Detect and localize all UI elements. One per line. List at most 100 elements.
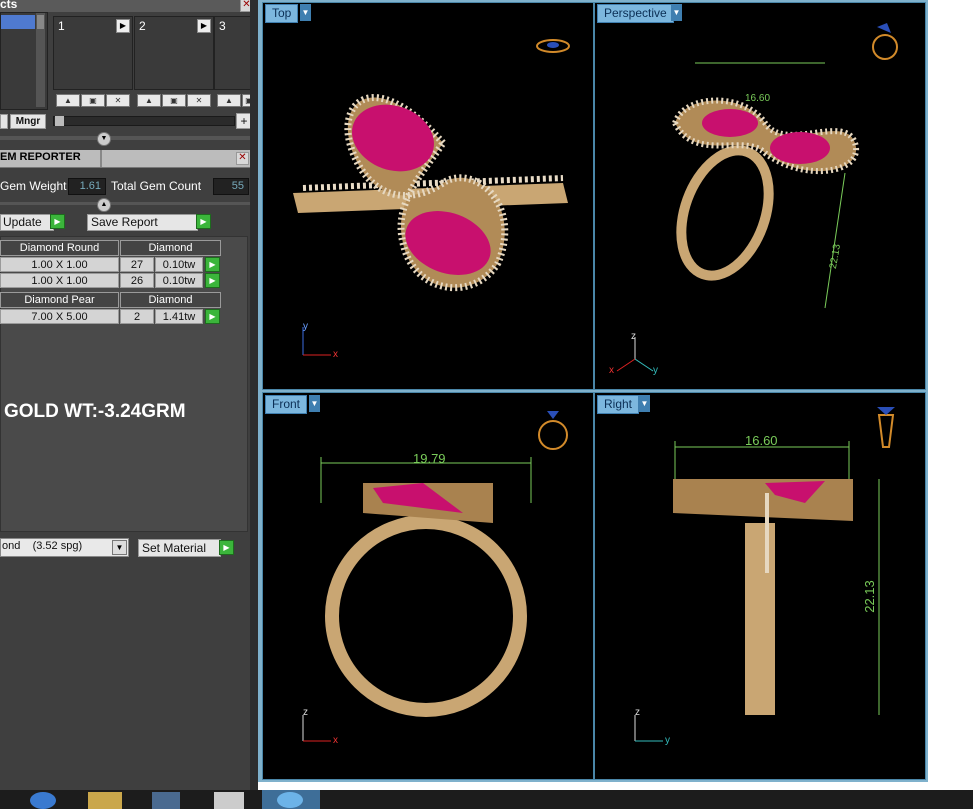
- active-app-button[interactable]: [262, 790, 320, 809]
- ring-render: [671, 62, 860, 309]
- selected-list-item[interactable]: [1, 15, 35, 29]
- material-select[interactable]: ond (3.52 spg) ▼: [0, 538, 129, 557]
- gem-weight: 1.41tw: [155, 309, 203, 324]
- close-icon[interactable]: ✕: [236, 152, 249, 165]
- chevron-down-icon[interactable]: ▼: [309, 395, 320, 412]
- gem-count: 2: [120, 309, 154, 324]
- chevron-down-icon[interactable]: ▼: [300, 4, 311, 21]
- gem-material-header: Diamond: [120, 240, 221, 256]
- set-material-button[interactable]: Set Material: [138, 539, 221, 557]
- viewport-tab[interactable]: Perspective: [597, 4, 674, 23]
- scrollbar[interactable]: [36, 13, 45, 107]
- up-arrow-icon[interactable]: ▲: [56, 94, 80, 107]
- chevron-down-icon[interactable]: ▼: [639, 395, 650, 412]
- delete-icon[interactable]: ✕: [106, 94, 130, 107]
- axis-y-label: y: [665, 735, 670, 746]
- update-button[interactable]: Update: [0, 214, 54, 231]
- viewport-perspective[interactable]: Perspective ▼ 16.60 22.13 z x y: [594, 2, 926, 390]
- total-gem-count-label: Total Gem Count: [111, 179, 202, 193]
- taskbar: [0, 790, 973, 809]
- viewport-right[interactable]: Right ▼ 16.60 22.13 z y: [594, 392, 926, 780]
- play-icon[interactable]: ▶: [219, 540, 234, 555]
- collapse-icon[interactable]: ▲: [97, 198, 111, 212]
- collapse-icon[interactable]: ▼: [97, 132, 111, 146]
- axis-x-label: x: [333, 735, 338, 746]
- axis-y-label: y: [653, 365, 658, 376]
- delete-icon[interactable]: ✕: [187, 94, 211, 107]
- splitter[interactable]: [0, 136, 255, 140]
- top-panel-title: cts: [0, 0, 18, 11]
- view-cube-icon[interactable]: [533, 403, 573, 455]
- viewport-top[interactable]: Top ▼ y x: [262, 2, 594, 390]
- dimension-label: 19.79: [413, 451, 446, 466]
- media-icon[interactable]: [152, 792, 180, 809]
- chevron-down-icon[interactable]: ▼: [671, 4, 682, 21]
- save-report-button[interactable]: Save Report: [87, 214, 198, 231]
- app-icon[interactable]: [214, 792, 244, 809]
- viewport-tab[interactable]: Front: [265, 395, 308, 414]
- update-label: Update: [3, 215, 42, 229]
- viewport-area: Top ▼ y x Perspective ▼ 16.60 22.13 z x …: [258, 0, 928, 782]
- zoom-slider[interactable]: [53, 116, 235, 126]
- gem-weight-value: 1.61: [68, 178, 106, 195]
- axis-z-label: z: [303, 707, 308, 718]
- viewport-front[interactable]: Front ▼ 19.79 z x: [262, 392, 594, 780]
- gem-weight: 0.10tw: [155, 273, 203, 288]
- play-icon[interactable]: ▶: [196, 214, 211, 229]
- play-icon[interactable]: ▶: [116, 19, 130, 33]
- slot-number: 3: [219, 19, 226, 33]
- gem-material-header: Diamond: [120, 292, 221, 308]
- viewport-tab[interactable]: Right: [597, 395, 640, 414]
- app-icon: [277, 792, 303, 808]
- splitter[interactable]: [0, 202, 255, 205]
- slot-2[interactable]: 2 ▶: [134, 16, 214, 90]
- material-select-value: ond (3.52 spg): [2, 540, 83, 552]
- slot-1[interactable]: 1 ▶: [53, 16, 133, 90]
- ring-render: [673, 441, 880, 715]
- gem-count: 26: [120, 273, 154, 288]
- slot-number: 2: [139, 19, 146, 33]
- up-arrow-icon[interactable]: ▲: [217, 94, 241, 107]
- play-icon[interactable]: ▶: [205, 257, 220, 272]
- dimension-label: 16.60: [745, 433, 778, 448]
- scroll-thumb[interactable]: [37, 15, 44, 29]
- divider: [100, 150, 102, 167]
- axis-z-label: z: [635, 707, 640, 718]
- set-material-label: Set Material: [142, 541, 207, 555]
- play-icon[interactable]: ▶: [50, 214, 65, 229]
- left-panel: cts ✕ 1 ▶ 2 ▶ 3 ▲ ▣ ✕ ▲ ▣ ✕ ▲ ▣ Mngr + ▼…: [0, 0, 256, 790]
- gem-count: 27: [120, 257, 154, 272]
- panel-divider[interactable]: [250, 0, 258, 790]
- axis-y-label: y: [303, 321, 308, 332]
- top-panel-titlebar: cts ✕: [0, 0, 255, 12]
- gem-weight: 0.10tw: [155, 257, 203, 272]
- browser-icon[interactable]: [30, 792, 56, 809]
- slider-thumb[interactable]: [55, 116, 64, 126]
- gem-shape-header: Diamond Pear: [0, 292, 119, 308]
- folder-icon[interactable]: [88, 792, 122, 809]
- axis-x-label: x: [609, 365, 614, 376]
- gem-weight-label: Gem Weight: [0, 179, 67, 193]
- mngr-button[interactable]: Mngr: [10, 114, 46, 129]
- gem-shape-header: Diamond Round: [0, 240, 119, 256]
- gold-weight-text: GOLD WT:-3.24GRM: [4, 401, 186, 422]
- viewport-tab[interactable]: Top: [265, 4, 299, 23]
- chevron-down-icon[interactable]: ▼: [112, 540, 127, 555]
- play-icon[interactable]: ▶: [197, 19, 211, 33]
- gem-size: 1.00 X 1.00: [0, 273, 119, 288]
- view-cube-icon[interactable]: [533, 33, 573, 57]
- save-icon[interactable]: ▣: [162, 94, 186, 107]
- gem-size: 7.00 X 5.00: [0, 309, 119, 324]
- play-icon[interactable]: ▶: [205, 309, 220, 324]
- mngr-left-button[interactable]: [0, 114, 8, 129]
- axis-z-label: z: [631, 331, 636, 342]
- gem-reporter-title: EM REPORTER: [0, 151, 81, 163]
- play-icon[interactable]: ▶: [205, 273, 220, 288]
- save-icon[interactable]: ▣: [81, 94, 105, 107]
- up-arrow-icon[interactable]: ▲: [137, 94, 161, 107]
- list-panel[interactable]: [0, 12, 48, 110]
- axis-x-label: x: [333, 349, 338, 360]
- slot-number: 1: [58, 19, 65, 33]
- dimension-label: 16.60: [745, 93, 771, 104]
- dimension-label: 22.13: [861, 580, 877, 613]
